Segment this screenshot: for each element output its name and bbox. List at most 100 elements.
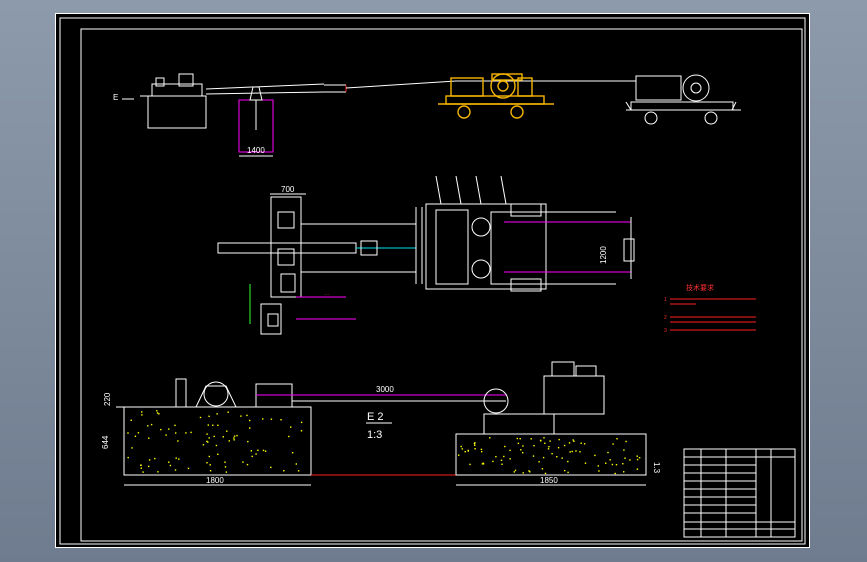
speckle <box>561 457 563 459</box>
speckle <box>530 438 532 440</box>
speckle <box>233 439 235 441</box>
speckle <box>141 414 143 416</box>
speckle <box>290 426 292 428</box>
speckle <box>624 457 626 459</box>
speckle <box>222 436 224 438</box>
speckle <box>540 440 542 442</box>
speckle <box>519 438 521 440</box>
speckle <box>199 416 202 419</box>
speckle <box>246 463 249 466</box>
left-base-height-dimension: 644 <box>101 435 110 449</box>
speckle <box>501 463 503 465</box>
speckle <box>134 435 137 437</box>
speckle <box>224 461 226 463</box>
speckle <box>215 444 218 447</box>
speckle <box>607 451 609 454</box>
detail-scale: 1:3 <box>367 429 382 441</box>
speckle <box>257 449 259 451</box>
speckle <box>516 437 518 440</box>
speckle <box>131 447 133 449</box>
speckle <box>609 459 611 461</box>
speckle <box>636 458 639 461</box>
notes-title: 技术要求 <box>686 283 714 292</box>
speckle <box>509 449 511 452</box>
speckle <box>233 435 236 437</box>
speckle <box>489 437 491 439</box>
speckle <box>140 464 142 466</box>
speckle <box>629 459 631 461</box>
speckle <box>291 452 294 454</box>
speckle <box>208 455 210 458</box>
speckle <box>141 411 143 413</box>
speckle <box>156 412 159 414</box>
speckle <box>522 445 524 447</box>
svg-text:1: 1 <box>664 297 667 303</box>
speckle <box>250 450 252 452</box>
speckle <box>169 464 172 467</box>
speckle <box>255 453 257 455</box>
speckle <box>614 472 616 475</box>
speckle <box>464 451 466 453</box>
speckle <box>297 470 300 472</box>
speckle <box>300 430 303 432</box>
speckle <box>549 440 551 442</box>
speckle <box>209 464 211 466</box>
speckle <box>154 457 156 460</box>
speckle <box>242 461 244 463</box>
speckle <box>300 421 303 424</box>
speckle <box>168 461 170 463</box>
speckle <box>517 442 520 445</box>
speckle <box>460 445 462 448</box>
elevation-span-dimension: 3000 <box>376 385 394 394</box>
speckle <box>557 447 560 449</box>
speckle <box>474 442 476 444</box>
speckle <box>556 456 558 458</box>
speckle <box>246 414 248 417</box>
speckle <box>213 435 215 438</box>
speckle <box>622 463 624 465</box>
speckle <box>226 430 228 432</box>
speckle <box>638 457 641 459</box>
speckle <box>217 453 219 455</box>
speckle <box>575 450 577 452</box>
speckle <box>579 451 581 453</box>
speckle <box>503 455 505 458</box>
speckle <box>208 437 210 439</box>
speckle <box>178 458 180 460</box>
speckle <box>208 415 210 417</box>
speckle <box>509 458 511 460</box>
speckle <box>625 440 627 443</box>
speckle <box>543 437 545 439</box>
speckle <box>580 442 582 444</box>
speckle <box>209 470 212 472</box>
technical-notes: 技术要求 1 2 3 <box>664 283 756 334</box>
plan-height-dimension: 1200 <box>599 246 608 264</box>
speckle <box>571 450 573 453</box>
speckle <box>206 433 208 435</box>
speckle <box>212 424 214 426</box>
speckle <box>240 415 242 417</box>
speckle <box>148 437 150 439</box>
speckle <box>547 448 550 450</box>
speckle <box>217 424 219 426</box>
speckle <box>187 467 190 470</box>
speckle <box>165 434 167 436</box>
speckle <box>504 445 506 448</box>
plan-width-dimension: 700 <box>281 185 295 194</box>
speckle <box>174 424 176 427</box>
speckle <box>532 455 535 457</box>
speckle <box>544 442 546 444</box>
top-dimension: 1400 <box>247 146 265 155</box>
speckle <box>467 449 469 452</box>
drawing-sheet: E 1400 700 1200 ··· 3000 220 644 1800 18… <box>55 13 810 548</box>
speckle <box>137 432 140 434</box>
right-cart <box>625 74 741 125</box>
speckle <box>224 466 227 468</box>
left-height-dimension: 220 <box>103 392 112 406</box>
speckle <box>481 451 483 453</box>
speckle <box>147 425 149 427</box>
speckle <box>207 424 209 426</box>
lower-elevation-view: 3000 220 644 1800 1850 1.3 E 2 1:3 <box>101 361 661 486</box>
speckle <box>572 439 574 441</box>
speckle <box>538 461 540 463</box>
